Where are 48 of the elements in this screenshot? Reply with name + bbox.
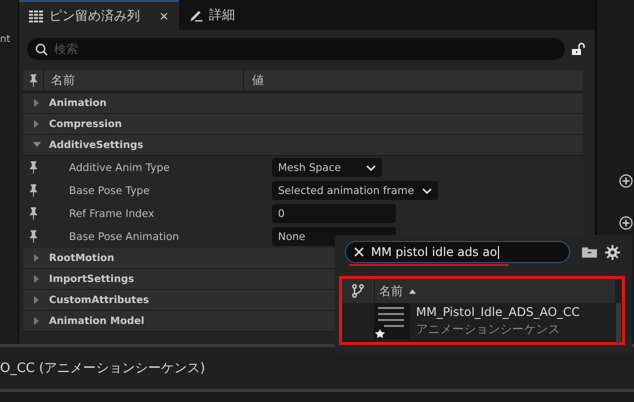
property-label: Base Pose Type (69, 184, 150, 196)
panel-label: nt (0, 34, 12, 45)
pin-icon[interactable] (28, 207, 38, 220)
add-icon[interactable] (619, 174, 633, 188)
tab[interactable]: ピン留め済み列 × (19, 0, 179, 30)
pencil-icon (189, 8, 203, 22)
expand-arrow-icon[interactable] (33, 254, 41, 262)
category-label: Compression (49, 118, 122, 130)
close-icon[interactable]: × (158, 9, 169, 23)
category-row[interactable]: AdditiveSettings (23, 135, 583, 156)
asset-title: O_CC (アニメーションシーケンス) (0, 360, 206, 377)
category-row[interactable]: Compression (23, 114, 583, 135)
column-header: 名前 (51, 72, 75, 89)
expand-arrow-icon[interactable] (33, 275, 41, 283)
dropdown[interactable]: Selected animation frame (272, 181, 438, 200)
pin-icon[interactable] (28, 161, 38, 174)
settings-icon[interactable] (605, 244, 620, 260)
pin-icon[interactable] (28, 230, 38, 243)
chevron-down-icon (422, 188, 432, 194)
property-label: Base Pose Animation (69, 230, 180, 242)
unlock-icon[interactable] (571, 42, 585, 56)
table-icon (29, 10, 43, 22)
property-label: Ref Frame Index (69, 208, 154, 220)
category-label: AdditiveSettings (49, 140, 144, 150)
column-header: 値 (252, 73, 264, 87)
expand-arrow-icon[interactable] (33, 317, 41, 325)
number-field[interactable]: 0 (272, 204, 396, 223)
clear-icon[interactable] (354, 247, 364, 257)
category-label: Animation Model (49, 316, 144, 326)
expand-arrow-icon[interactable] (33, 120, 41, 128)
collapse-arrow-icon[interactable] (33, 141, 41, 149)
search-icon (35, 42, 48, 56)
category-label: Animation (49, 98, 107, 108)
property-label: Additive Anim Type (69, 162, 170, 174)
pin-icon (28, 74, 38, 87)
pin-icon[interactable] (28, 184, 38, 197)
search-field[interactable]: MM pistol idle ads ao (345, 241, 570, 263)
dropdown[interactable]: Mesh Space (272, 158, 382, 177)
category-row[interactable]: Animation (23, 93, 583, 114)
folder-icon[interactable] (582, 246, 597, 258)
expand-arrow-icon[interactable] (33, 99, 41, 107)
add-icon[interactable] (619, 216, 633, 230)
category-label: RootMotion (49, 252, 114, 264)
category-label: ImportSettings (49, 274, 134, 284)
category-label: CustomAttributes (49, 294, 149, 306)
chevron-down-icon (366, 164, 376, 170)
branch-icon[interactable] (352, 284, 364, 298)
expand-arrow-icon[interactable] (33, 296, 41, 304)
